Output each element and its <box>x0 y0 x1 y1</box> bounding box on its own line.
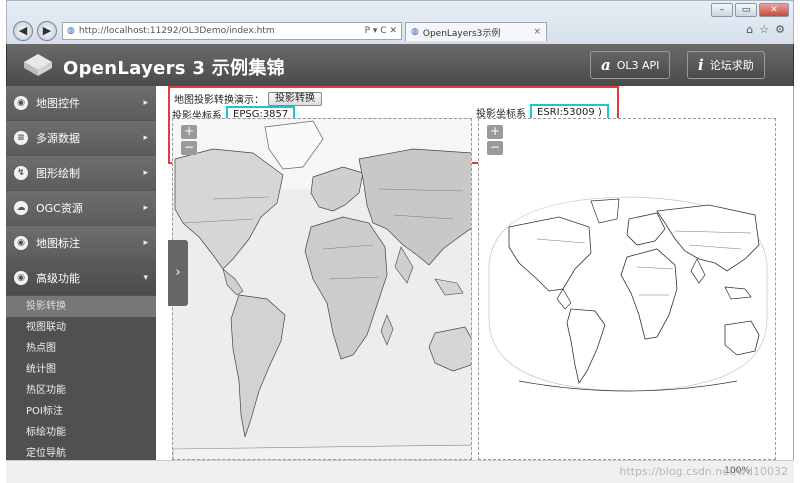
right-zoom-controls: + − <box>487 125 503 155</box>
tab-favicon-icon: ◍ <box>411 27 419 37</box>
sidebar-item-multi-source-data[interactable]: ≡ 多源数据 ▸ <box>6 121 156 156</box>
left-zoom-controls: + − <box>181 125 197 155</box>
draw-icon: ↯ <box>14 166 28 180</box>
api-icon: a <box>601 56 611 74</box>
home-icon[interactable]: ⌂ <box>746 23 753 36</box>
chevron-right-icon: ▸ <box>143 203 148 213</box>
submenu-item-stat-chart[interactable]: 统计图 <box>6 359 156 380</box>
app-header: OpenLayers 3 示例集锦 a OL3 API i 论坛求助 <box>6 44 794 86</box>
submenu-item-view-link[interactable]: 视图联动 <box>6 317 156 338</box>
browser-chrome: – ▭ ✕ ◀ ▶ ◍ http://localhost:11292/OL3De… <box>6 0 794 44</box>
database-icon: ≡ <box>14 131 28 145</box>
submenu-item-heatmap[interactable]: 热点图 <box>6 338 156 359</box>
sidebar: ◉ 地图控件 ▸ ≡ 多源数据 ▸ ↯ 图形绘制 ▸ ☁ OGC资源 ▸ ◉ 地… <box>6 86 156 464</box>
sidebar-toggle-button[interactable]: › <box>168 240 188 306</box>
ol3-api-button[interactable]: a OL3 API <box>590 51 671 79</box>
address-bar[interactable]: ◍ http://localhost:11292/OL3Demo/index.h… <box>62 22 402 40</box>
watermark: https://blog.csdn.net/wd10032 <box>619 465 788 478</box>
left-zoom-out-button[interactable]: − <box>181 141 197 155</box>
browser-tab[interactable]: ◍ OpenLayers3示例 × <box>405 22 547 41</box>
openlayers-logo-icon <box>24 54 52 76</box>
sidebar-item-label: 高级功能 <box>36 272 80 285</box>
sidebar-item-label: 多源数据 <box>36 132 80 145</box>
url-text: http://localhost:11292/OL3Demo/index.htm <box>78 26 275 36</box>
sidebar-item-label: 地图标注 <box>36 237 80 250</box>
right-zoom-out-button[interactable]: − <box>487 141 503 155</box>
cloud-icon: ☁ <box>14 201 28 215</box>
tab-title: OpenLayers3示例 <box>422 28 501 39</box>
right-zoom-in-button[interactable]: + <box>487 125 503 139</box>
marker-icon: ◉ <box>14 236 28 250</box>
api-label: OL3 API <box>616 58 660 72</box>
browser-tools: ⌂ ☆ ⚙ <box>746 23 785 36</box>
maximize-button[interactable]: ▭ <box>735 3 757 17</box>
tab-close-icon[interactable]: × <box>533 27 541 37</box>
forward-button[interactable]: ▶ <box>37 21 57 41</box>
sidebar-item-label: OGC资源 <box>36 202 83 215</box>
submenu-item-projection[interactable]: 投影转换 <box>6 296 156 317</box>
favorites-star-icon[interactable]: ☆ <box>759 23 769 36</box>
settings-gear-icon[interactable]: ⚙ <box>775 23 785 36</box>
sidebar-item-map-controls[interactable]: ◉ 地图控件 ▸ <box>6 86 156 121</box>
sidebar-item-map-labels[interactable]: ◉ 地图标注 ▸ <box>6 226 156 261</box>
forum-help-button[interactable]: i 论坛求助 <box>687 51 765 79</box>
minimize-button[interactable]: – <box>711 3 733 17</box>
sidebar-item-advanced[interactable]: ◉ 高级功能 ▾ <box>6 261 156 296</box>
map-controls-icon: ◉ <box>14 96 28 110</box>
map-epsg3857[interactable]: + − <box>172 118 472 460</box>
address-controls[interactable]: P ▾ C ✕ <box>365 26 397 36</box>
sidebar-item-label: 地图控件 <box>36 97 80 110</box>
forum-label: 论坛求助 <box>709 59 754 72</box>
sidebar-item-drawing[interactable]: ↯ 图形绘制 ▸ <box>6 156 156 191</box>
chevron-right-icon: ▸ <box>143 133 148 143</box>
sidebar-item-ogc-resources[interactable]: ☁ OGC资源 ▸ <box>6 191 156 226</box>
advanced-submenu: 投影转换 视图联动 热点图 统计图 热区功能 POI标注 标绘功能 定位导航 <box>6 296 156 464</box>
back-button[interactable]: ◀ <box>13 21 33 41</box>
world-map-mercator <box>173 119 471 459</box>
page-icon: ◍ <box>67 26 75 36</box>
submenu-item-hot-area[interactable]: 热区功能 <box>6 380 156 401</box>
world-map-eckert <box>488 196 768 392</box>
chevron-right-icon: ▸ <box>143 98 148 108</box>
submenu-item-poi[interactable]: POI标注 <box>6 401 156 422</box>
chevron-right-icon: ▸ <box>143 168 148 178</box>
sidebar-item-label: 图形绘制 <box>36 167 80 180</box>
chevron-right-icon: ▸ <box>143 238 148 248</box>
advanced-icon: ◉ <box>14 271 28 285</box>
chevron-down-icon: ▾ <box>143 273 148 283</box>
status-bar: 100% https://blog.csdn.net/wd10032 <box>6 460 794 483</box>
submenu-item-plotting[interactable]: 标绘功能 <box>6 422 156 443</box>
map-esri53009[interactable]: + − <box>478 118 776 460</box>
app-title: OpenLayers 3 示例集锦 <box>63 58 285 79</box>
window-controls: – ▭ ✕ <box>711 3 789 17</box>
info-icon: i <box>698 56 704 74</box>
close-window-button[interactable]: ✕ <box>759 3 789 17</box>
left-zoom-in-button[interactable]: + <box>181 125 197 139</box>
